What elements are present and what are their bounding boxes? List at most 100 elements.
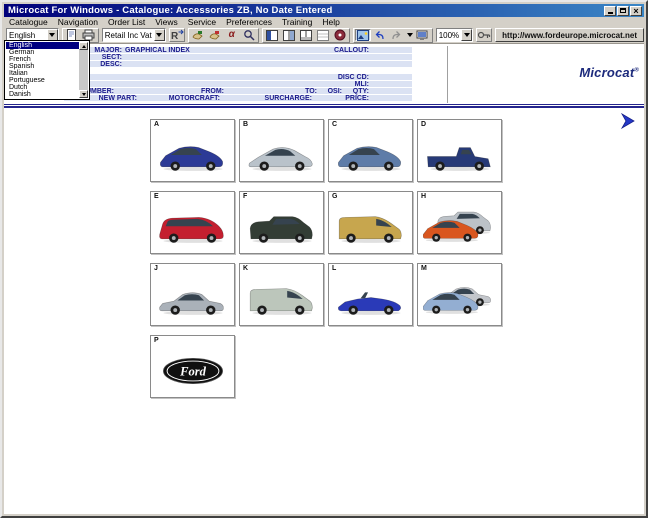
menu-service[interactable]: Service [183,17,221,27]
desc-label: DESC: [87,61,122,68]
search-icon [243,29,255,41]
language-options: English German French Spanish Italian Po… [6,42,79,98]
catalog-tile-M[interactable]: M [417,263,502,326]
close-button[interactable]: × [630,6,642,16]
scroll-up-button[interactable] [79,42,88,50]
part-hand-button[interactable] [190,29,206,41]
view-plain-icon [317,30,329,41]
menu-catalogue[interactable]: Catalogue [4,17,53,27]
language-option-spanish[interactable]: Spanish [6,63,79,70]
header-separator-line [4,104,644,105]
screen-button[interactable] [415,29,431,41]
language-option-dutch[interactable]: Dutch [6,84,79,91]
related-parts-button[interactable]: R [169,28,185,42]
catalog-tile-P[interactable]: P Ford [150,335,235,398]
tile-letter: P [154,337,159,344]
view-plain-button[interactable] [315,29,331,41]
language-option-english[interactable]: English [6,42,79,49]
catalog-tile-K[interactable]: K [239,263,324,326]
window-controls: × [604,6,642,16]
menu-navigation[interactable]: Navigation [53,17,103,27]
catalog-tile-E[interactable]: E [150,191,235,254]
monitor-icon [416,30,429,41]
part-detail-panel: MAJOR: GRAPHICAL INDEX CALLOUT: SECT: DE… [4,44,644,108]
menu-training[interactable]: Training [277,17,317,27]
vehicle-image [245,279,319,319]
undo-arrow-icon [373,30,386,41]
from-label: FROM: [187,88,224,95]
zoom-value: 100% [437,31,461,40]
catalog-tile-J[interactable]: J [150,263,235,326]
alpha-index-button[interactable]: α [224,29,240,41]
tile-letter: H [421,193,426,200]
key-icon [477,29,491,41]
language-option-danish[interactable]: Danish [6,91,79,98]
zoom-combobox[interactable]: 100% [436,28,473,42]
view-detail-button[interactable] [298,29,314,41]
svg-text:Ford: Ford [179,364,207,378]
catalog-tile-G[interactable]: G [328,191,413,254]
dropdown-scrollbar[interactable] [79,42,88,98]
tile-letter: C [332,121,337,128]
vehicle-image [423,207,497,247]
scroll-down-button[interactable] [79,90,88,98]
cd-button[interactable] [332,29,348,41]
hand-part-icon [191,29,204,41]
menu-views[interactable]: Views [150,17,183,27]
chevron-down-icon [156,33,162,37]
app-window: Microcat For Windows - Catalogue: Access… [0,0,648,518]
zoom-dropdown-button[interactable] [461,29,472,41]
tile-letter: K [243,265,248,272]
catalog-tile-L[interactable]: L [328,263,413,326]
menu-preferences[interactable]: Preferences [221,17,277,27]
price-mode-dropdown-button[interactable] [154,29,165,41]
motorcraft-label: MOTORCRAFT: [162,95,220,102]
catalog-tile-B[interactable]: B [239,119,324,182]
vehicle-image [245,207,319,247]
toolbar: English Retail Inc Vat R [4,27,644,44]
menu-order-list[interactable]: Order List [103,17,150,27]
catalog-tile-H[interactable]: H [417,191,502,254]
search-button[interactable] [241,29,257,41]
login-key-button[interactable] [476,28,492,42]
minimize-button[interactable] [604,6,616,16]
language-option-german[interactable]: German [6,49,79,56]
vehicle-image [156,279,230,319]
website-link-button[interactable]: http://www.fordeurope.microcat.net [495,28,644,42]
next-page-arrow[interactable] [620,113,636,129]
vehicle-image [334,135,408,175]
osi-label: OSI: [312,88,342,95]
tile-letter: F [243,193,247,200]
price-mode-combobox[interactable]: Retail Inc Vat [102,28,166,42]
catalog-tile-D[interactable]: D [417,119,502,182]
minimize-icon [608,12,613,14]
view-group [262,28,350,43]
chevron-down-icon [49,33,55,37]
view-index-button[interactable] [264,29,280,41]
maximize-button[interactable] [617,6,629,16]
microcat-logo: Microcat® [489,65,639,80]
tile-letter: G [332,193,337,200]
language-dropdown-list: English German French Spanish Italian Po… [4,40,90,100]
tile-letter: L [332,265,336,272]
surcharge-label: SURCHARGE: [257,95,312,102]
catalog-tile-F[interactable]: F [239,191,324,254]
redo-button[interactable] [389,29,405,41]
view-split-button[interactable] [281,29,297,41]
graphical-index-button[interactable] [355,29,371,41]
undo-button[interactable] [372,29,388,41]
view-left-pane-icon [266,30,278,41]
catalog-tile-A[interactable]: A [150,119,235,182]
language-option-portuguese[interactable]: Portuguese [6,77,79,84]
language-option-italian[interactable]: Italian [6,70,79,77]
brand-divider [447,46,448,103]
redo-menu-button[interactable] [406,29,414,41]
catalog-tile-C[interactable]: C [328,119,413,182]
tile-letter: A [154,121,159,128]
tile-letter: J [154,265,158,272]
qty-label: QTY: [339,88,369,95]
part-hand-alt-button[interactable] [207,29,223,41]
menu-help[interactable]: Help [317,17,344,27]
cd-icon [334,29,346,41]
language-option-french[interactable]: French [6,56,79,63]
